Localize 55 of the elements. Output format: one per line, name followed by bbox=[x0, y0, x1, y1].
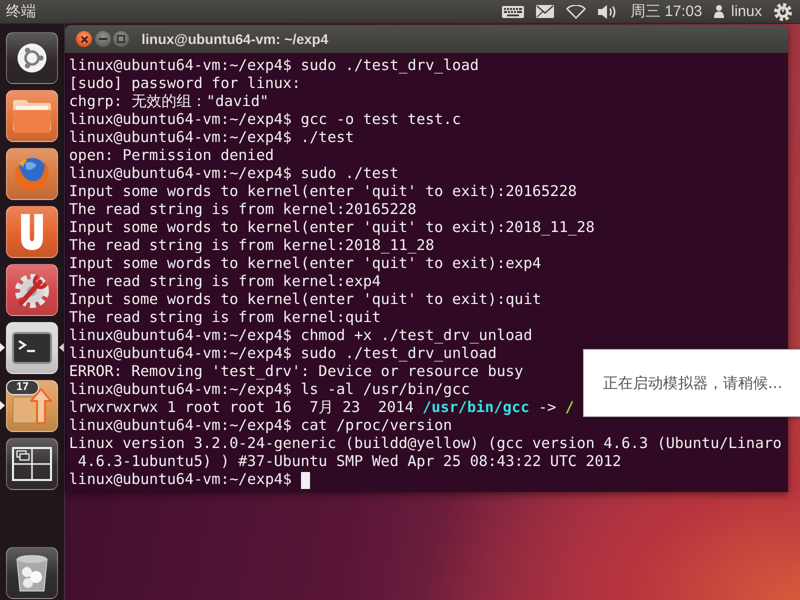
launcher-button[interactable] bbox=[6, 32, 58, 84]
terminal-line: Input some words to kernel(enter 'quit' to exit):quit bbox=[69, 291, 542, 309]
terminal-line: The read string is from kernel:2018_11_28 bbox=[69, 237, 434, 255]
maximize-icon bbox=[117, 35, 125, 43]
workspace-grid-icon bbox=[12, 447, 52, 481]
launcher-button[interactable] bbox=[6, 322, 58, 374]
globe-icon bbox=[14, 156, 50, 192]
envelope-icon[interactable] bbox=[536, 5, 554, 18]
user-menu-button[interactable]: linux bbox=[714, 2, 762, 20]
terminal-line: Input some words to kernel(enter 'quit' to exit):20165228 bbox=[69, 183, 577, 201]
terminal-line: chgrp: 无效的组："david" bbox=[69, 93, 269, 111]
terminal-line: Linux version 3.2.0-24-generic (buildd@yellow) (gcc version 4.6.3 (Ubuntu/Linaro bbox=[69, 435, 782, 453]
trash-can-icon bbox=[16, 554, 48, 592]
clock-indicator[interactable]: 周三 17:03 bbox=[630, 2, 702, 20]
app-title: 终端 bbox=[6, 2, 36, 20]
terminal-line: 4.6.3-1ubuntu5) ) #37-Ubuntu SMP Wed Apr 25 08:43:22 UTC 2012 bbox=[76, 453, 622, 471]
ring-logo-icon bbox=[17, 43, 47, 73]
terminal-line: linux@ubuntu64-vm:~/exp4$ ./test bbox=[69, 129, 354, 147]
keyboard-icon[interactable] bbox=[502, 6, 524, 18]
gear-wrench-icon bbox=[14, 272, 50, 308]
terminal-line: open: Permission denied bbox=[69, 147, 274, 165]
launcher-button[interactable] bbox=[6, 438, 58, 490]
terminal-line: linux@ubuntu64-vm:~/exp4$ sudo ./test_drv_unload bbox=[69, 345, 497, 363]
terminal-line: The read string is from kernel:quit bbox=[69, 309, 381, 327]
terminal-line: linux@ubuntu64-vm:~/exp4$ chmod +x ./test_drv_unload bbox=[69, 327, 532, 345]
close-button[interactable] bbox=[76, 31, 92, 47]
terminal-line: linux@ubuntu64-vm:~/exp4$ gcc -o test test.c bbox=[69, 111, 461, 129]
window-title: linux@ubuntu64-vm: ~/exp4 bbox=[142, 31, 328, 47]
terminal-line: linux@ubuntu64-vm:~/exp4$ sudo ./test bbox=[69, 165, 399, 183]
terminal-line: Input some words to kernel(enter 'quit' to exit):exp4 bbox=[69, 255, 542, 273]
terminal-icon bbox=[12, 332, 52, 364]
count-badge: 17 bbox=[6, 380, 39, 395]
launcher-button[interactable]: 17 bbox=[6, 380, 58, 432]
terminal-line: linux@ubuntu64-vm:~/exp4$ cat /proc/version bbox=[69, 417, 452, 435]
terminal-line: The read string is from kernel:20165228 bbox=[69, 201, 416, 219]
launcher-button[interactable] bbox=[6, 547, 58, 599]
terminal-line: The read string is from kernel:exp4 bbox=[69, 273, 381, 291]
notification-text: 正在启动模拟器，请稍候... bbox=[603, 374, 782, 392]
folder-icon bbox=[12, 100, 52, 132]
terminal-line: Input some words to kernel(enter 'quit' to exit):2018_11_28 bbox=[69, 219, 595, 237]
terminal-line: linux@ubuntu64-vm:~/exp4$ ls -al /usr/bin/gcc bbox=[69, 381, 470, 399]
gear-icon[interactable] bbox=[774, 2, 792, 20]
close-icon bbox=[80, 36, 88, 42]
person-icon bbox=[714, 5, 724, 18]
terminal-line: lrwxrwxrwx 1 root root 16 7月 23 2014 /usr/bin/gcc -> / bbox=[69, 399, 574, 417]
minimize-button[interactable] bbox=[94, 31, 110, 47]
speaker-icon[interactable] bbox=[598, 4, 618, 20]
terminal-line: linux@ubuntu64-vm:~/exp4$ sudo ./test_drv_load bbox=[69, 57, 479, 75]
terminal-line: [sudo] password for linux: bbox=[69, 75, 301, 93]
letter-u-icon bbox=[21, 214, 43, 250]
terminal-line: ERROR: Removing 'test_drv': Device or resource busy bbox=[69, 363, 524, 381]
terminal-line: linux@ubuntu64-vm:~/exp4$ bbox=[69, 471, 292, 489]
wifi-icon[interactable] bbox=[566, 4, 586, 18]
maximize-button[interactable] bbox=[113, 31, 129, 47]
minimize-icon bbox=[98, 38, 106, 40]
